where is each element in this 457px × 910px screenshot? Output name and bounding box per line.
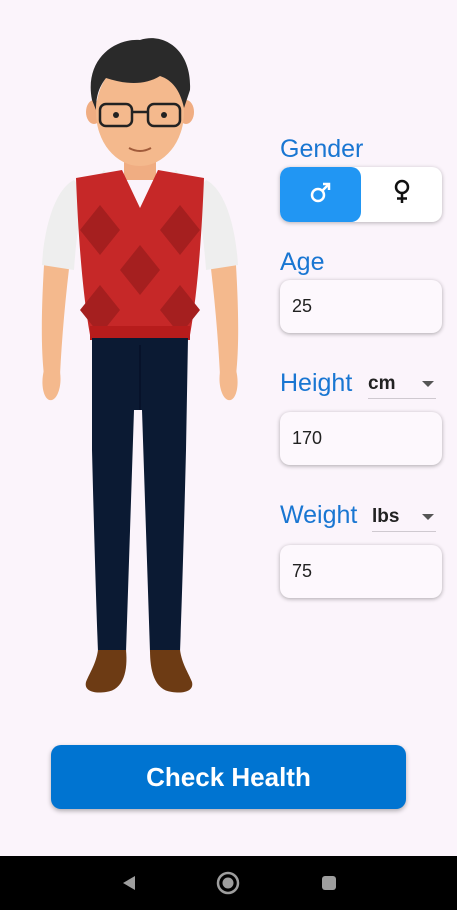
male-symbol-icon bbox=[308, 179, 334, 210]
chevron-down-icon bbox=[422, 380, 434, 387]
height-label: Height bbox=[280, 369, 353, 397]
back-triangle-icon[interactable] bbox=[116, 870, 142, 896]
height-unit-dropdown[interactable]: cm bbox=[368, 369, 436, 399]
system-navigation-bar bbox=[0, 856, 457, 910]
weight-unit-value: lbs bbox=[372, 505, 400, 527]
height-unit-value: cm bbox=[368, 372, 396, 394]
female-symbol-icon bbox=[389, 178, 415, 211]
chevron-down-icon bbox=[422, 513, 434, 520]
height-input[interactable]: 170 bbox=[280, 412, 442, 465]
age-label: Age bbox=[280, 248, 325, 276]
weight-unit-dropdown[interactable]: lbs bbox=[372, 502, 436, 532]
avatar-illustration bbox=[41, 38, 239, 693]
weight-label: Weight bbox=[280, 501, 358, 529]
gender-toggle[interactable] bbox=[280, 167, 442, 222]
gender-label: Gender bbox=[280, 135, 364, 163]
home-circle-icon[interactable] bbox=[215, 870, 241, 896]
gender-male-option[interactable] bbox=[280, 167, 361, 222]
recents-square-icon[interactable] bbox=[316, 870, 342, 896]
gender-female-option[interactable] bbox=[361, 167, 442, 222]
weight-input[interactable]: 75 bbox=[280, 545, 442, 598]
check-health-button[interactable]: Check Health bbox=[51, 745, 406, 809]
age-input[interactable]: 25 bbox=[280, 280, 442, 333]
